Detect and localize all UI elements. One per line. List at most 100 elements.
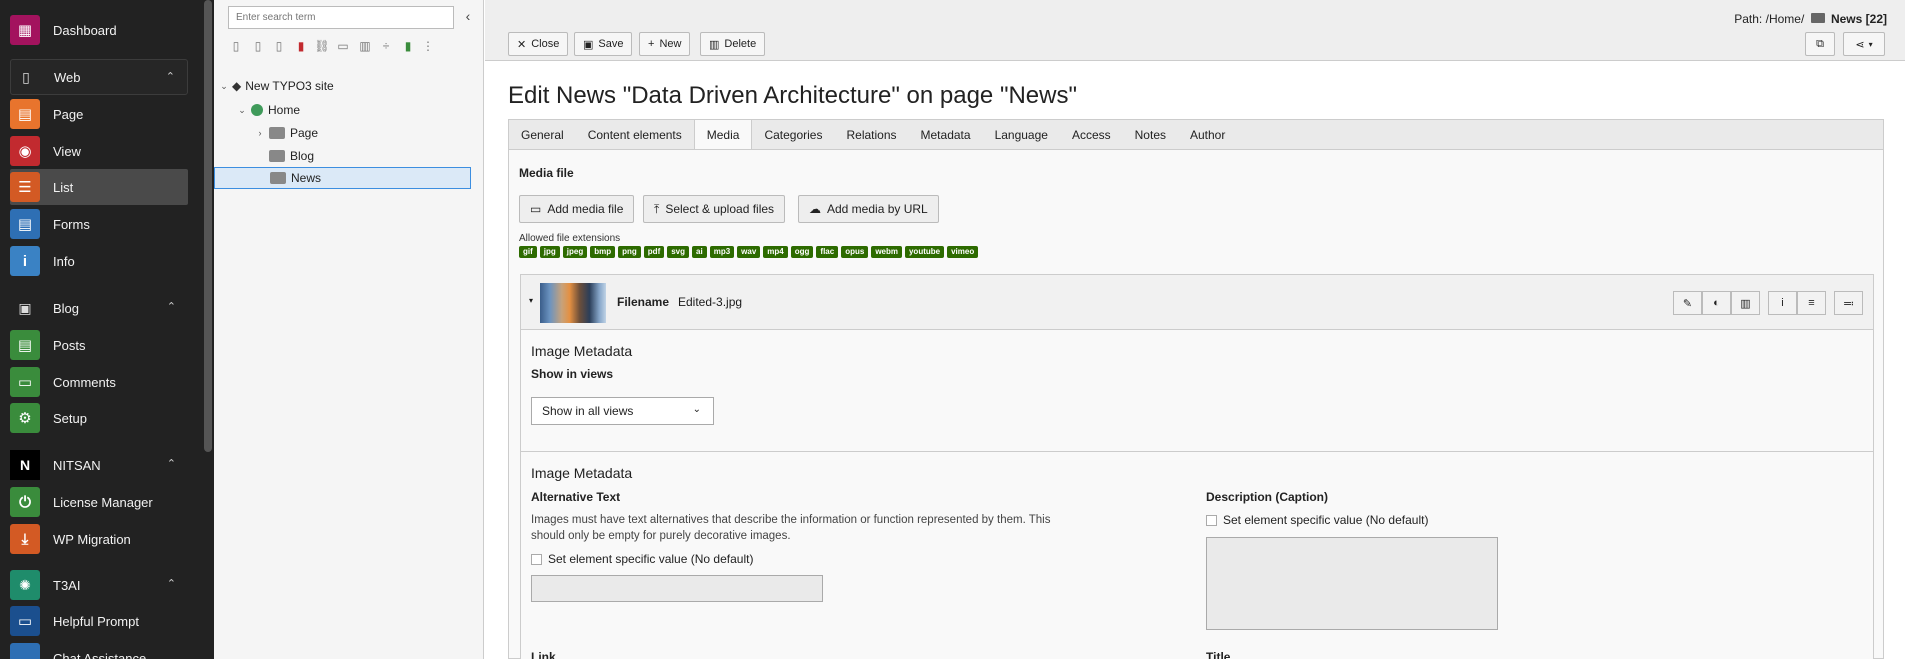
- description-override-checkbox[interactable]: Set element specific value (No default): [1206, 513, 1428, 527]
- add-media-by-url-button[interactable]: ☁ Add media by URL: [798, 195, 939, 223]
- description-textarea[interactable]: [1206, 537, 1498, 630]
- tree-node-site[interactable]: ⌄ ◆ New TYPO3 site: [218, 75, 334, 97]
- module-license-manager[interactable]: ⏻ License Manager: [10, 484, 188, 520]
- extension-badge: mp3: [709, 246, 735, 258]
- toggle-visibility-button[interactable]: ◐: [1702, 291, 1731, 315]
- select-upload-files-button[interactable]: ⤒ Select & upload files: [643, 195, 786, 223]
- page-module-icon: ▤: [10, 99, 40, 129]
- new-shortcut-icon[interactable]: ▯: [271, 38, 287, 54]
- chevron-down-icon[interactable]: ⌄: [218, 81, 230, 92]
- tree-node-news[interactable]: News: [214, 167, 471, 189]
- module-forms[interactable]: ▤ Forms: [10, 206, 188, 242]
- module-menu-scrollbar[interactable]: [204, 0, 212, 452]
- module-dashboard[interactable]: ▦ Dashboard: [10, 12, 188, 48]
- more-vertical-icon[interactable]: ⋮: [420, 38, 436, 54]
- new-page-wizard-icon[interactable]: ▯: [250, 38, 266, 54]
- divider-icon[interactable]: ÷: [378, 38, 394, 54]
- folder-icon[interactable]: ▭: [335, 38, 351, 54]
- trash-icon[interactable]: ▥: [357, 38, 373, 54]
- new-page-green-icon[interactable]: ▮: [400, 38, 416, 54]
- module-chat-assistance[interactable]: … Chat Assistance: [10, 640, 188, 659]
- edit-button[interactable]: ✎: [1673, 291, 1702, 315]
- module-view[interactable]: ◉ View: [10, 133, 188, 169]
- tab-metadata[interactable]: Metadata: [909, 120, 983, 149]
- tab-author[interactable]: Author: [1178, 120, 1237, 149]
- chevron-down-icon[interactable]: ⌄: [236, 105, 248, 116]
- extension-badge: webm: [871, 246, 902, 258]
- sort-button[interactable]: ≕: [1834, 291, 1863, 315]
- tab-content-elements[interactable]: Content elements: [576, 120, 694, 149]
- globe-icon: [251, 104, 263, 116]
- chevron-right-icon[interactable]: ›: [254, 128, 266, 138]
- module-wp-migration[interactable]: ⤓ WP Migration: [10, 521, 188, 557]
- delete-reference-button[interactable]: ▥: [1731, 291, 1760, 315]
- close-button[interactable]: ✕ Close: [508, 32, 569, 56]
- new-page-red-icon[interactable]: ▮: [293, 38, 309, 54]
- extension-badge: jpg: [539, 246, 560, 258]
- share-button[interactable]: ⋖ ▾: [1843, 32, 1885, 56]
- info-button[interactable]: i: [1768, 291, 1797, 315]
- tree-search-input[interactable]: [228, 6, 454, 29]
- module-helpful-prompt[interactable]: ▭ Helpful Prompt: [10, 603, 188, 639]
- list-icon: ☰: [10, 172, 40, 202]
- extension-badge: wav: [737, 246, 761, 258]
- tab-access[interactable]: Access: [1060, 120, 1123, 149]
- module-group-blog[interactable]: ▣ Blog ⌃: [10, 290, 188, 326]
- alt-text-override-checkbox[interactable]: Set element specific value (No default): [531, 552, 753, 566]
- module-list[interactable]: ☰ List: [10, 169, 188, 205]
- tab-language[interactable]: Language: [983, 120, 1060, 149]
- chevron-down-icon: ⌄: [692, 404, 701, 415]
- image-metadata-title-2: Image Metadata: [531, 465, 633, 481]
- alternative-text-input[interactable]: [531, 575, 823, 602]
- module-comments[interactable]: ▭ Comments: [10, 364, 188, 400]
- extension-badges: gif jpg jpeg bmp png pdf svg ai mp3 wav …: [519, 246, 979, 258]
- filename-value: Edited-3.jpg: [678, 295, 743, 309]
- module-menu: ▦ Dashboard ▯ Web ⌃ ▤ Page ◉ View ☰ List…: [0, 0, 214, 659]
- tree-node-blog[interactable]: Blog: [254, 145, 314, 167]
- file-thumbnail: [540, 283, 606, 323]
- plus-icon: +: [648, 38, 655, 50]
- module-group-nitsan[interactable]: N NITSAN ⌃: [10, 447, 188, 483]
- module-info[interactable]: i Info: [10, 243, 188, 279]
- comments-icon: ▭: [10, 367, 40, 397]
- new-page-icon[interactable]: ▯: [228, 38, 244, 54]
- add-media-file-button[interactable]: ▭ Add media file: [519, 195, 635, 223]
- tab-relations[interactable]: Relations: [834, 120, 908, 149]
- show-in-views-label: Show in views: [531, 367, 614, 381]
- tab-media[interactable]: Media: [693, 120, 753, 150]
- trash-icon: ▥: [709, 38, 720, 51]
- chevron-up-icon: ⌃: [166, 578, 176, 590]
- module-page[interactable]: ▤ Page: [10, 96, 188, 132]
- save-button[interactable]: ▣ Save: [574, 32, 633, 56]
- tree-node-page[interactable]: › Page: [254, 122, 319, 144]
- extension-badge: vimeo: [947, 246, 979, 258]
- drag-handle-button[interactable]: ≡: [1797, 291, 1826, 315]
- typo3-logo-icon: ◆: [232, 79, 242, 93]
- extension-badge: mp4: [763, 246, 788, 258]
- tab-notes[interactable]: Notes: [1123, 120, 1178, 149]
- module-setup[interactable]: ⚙ Setup: [10, 400, 188, 436]
- extension-badge: opus: [841, 246, 869, 258]
- new-button[interactable]: + New: [639, 32, 691, 56]
- module-posts[interactable]: ▤ Posts: [10, 327, 188, 363]
- tab-categories[interactable]: Categories: [752, 120, 834, 149]
- show-in-views-select[interactable]: Show in all views ⌄: [531, 397, 714, 425]
- chevron-up-icon: ⌃: [165, 71, 175, 83]
- open-new-window-button[interactable]: ⧉: [1805, 32, 1835, 56]
- collapse-tree-icon[interactable]: ‹: [458, 8, 478, 28]
- prompt-icon: ▭: [10, 606, 40, 636]
- link-label: Link: [531, 650, 556, 659]
- info-icon: i: [10, 246, 40, 276]
- module-group-t3ai[interactable]: ✺ T3AI ⌃: [10, 567, 188, 603]
- module-group-web[interactable]: ▯ Web ⌃: [10, 59, 188, 95]
- media-tab-panel: Media file ▭ Add media file ⤒ Select & u…: [508, 149, 1884, 659]
- tab-general[interactable]: General: [509, 120, 576, 149]
- external-link-icon: ⧉: [1816, 37, 1824, 50]
- file-reference-header[interactable]: ▾ Filename Edited-3.jpg ✎ ◐ ▥ i ≡ ≕: [521, 275, 1873, 330]
- caret-down-icon[interactable]: ▾: [529, 296, 533, 305]
- delete-button[interactable]: ▥ Delete: [700, 32, 766, 56]
- folder-icon: ▭: [530, 202, 542, 216]
- tree-node-home[interactable]: ⌄ Home: [236, 99, 300, 121]
- share-icon: ⋖: [1855, 38, 1865, 51]
- link-icon[interactable]: ⛓: [314, 38, 330, 54]
